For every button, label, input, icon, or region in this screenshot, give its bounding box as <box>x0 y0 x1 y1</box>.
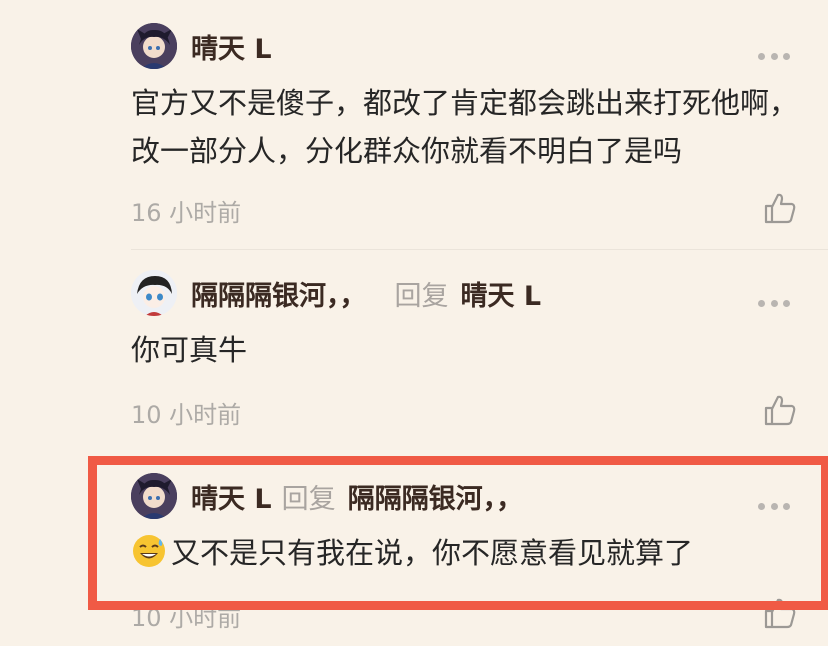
comment-item: 晴天 L 官方又不是傻子，都改了肯定都会跳出来打死他啊，改一部分人，分化群众你就… <box>0 0 828 250</box>
more-dots-icon[interactable] <box>758 51 790 61</box>
thumbs-up-icon[interactable] <box>763 596 797 630</box>
more-dots-icon[interactable] <box>758 501 790 511</box>
reply-label: 回复 <box>394 280 449 312</box>
comment-item: 晴天 L 回复 隔隔隔银河，， 又不是只有我在说，你不愿意看见就算了 10 小时… <box>0 450 828 646</box>
comment-text-row: 又不是只有我在说，你不愿意看见就算了 <box>131 529 801 577</box>
timestamp: 10 小时前 <box>131 604 242 632</box>
timestamp: 16 小时前 <box>131 199 242 227</box>
thumbs-up-icon[interactable] <box>763 191 797 225</box>
comment-item: 隔隔隔银河，， 回复 晴天 L 你可真牛 10 小时前 <box>0 250 828 450</box>
comment-text: 又不是只有我在说，你不愿意看见就算了 <box>171 536 694 570</box>
reply-to-username[interactable]: 隔隔隔银河，， <box>348 477 524 516</box>
avatar[interactable] <box>131 473 177 519</box>
comment-header: 晴天 L 回复 隔隔隔银河，， <box>191 473 523 519</box>
comment-header: 隔隔隔银河，， 回复 晴天 L <box>191 270 541 316</box>
username[interactable]: 晴天 L <box>191 27 272 66</box>
avatar[interactable] <box>131 23 177 69</box>
reply-label: 回复 <box>281 483 336 515</box>
reply-to-username[interactable]: 晴天 L <box>461 274 542 313</box>
comment-text: 你可真牛 <box>131 333 248 367</box>
avatar[interactable] <box>131 270 177 316</box>
comment-text: 官方又不是傻子，都改了肯定都会跳出来打死他啊，改一部分人，分化群众你就看不明白了… <box>131 86 799 168</box>
more-dots-icon[interactable] <box>758 298 790 308</box>
comment-header: 晴天 L <box>191 23 272 69</box>
thumbs-up-icon[interactable] <box>763 393 797 427</box>
sweat-smile-emoji-icon <box>133 535 165 567</box>
username[interactable]: 晴天 L <box>191 477 272 516</box>
timestamp: 10 小时前 <box>131 401 242 429</box>
username[interactable]: 隔隔隔银河，， <box>191 274 367 313</box>
